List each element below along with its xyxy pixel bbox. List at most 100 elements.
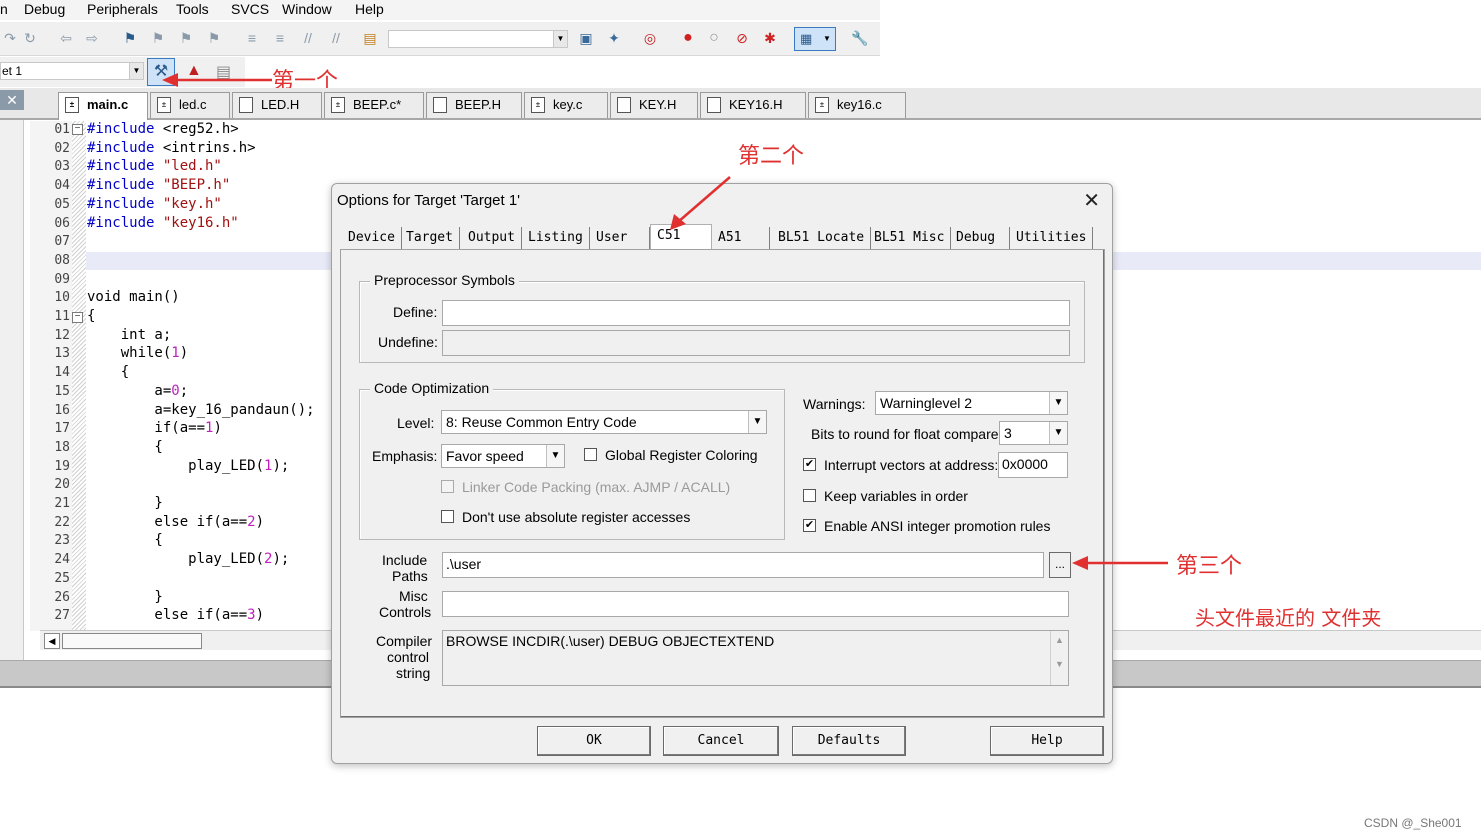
code-line[interactable]: int a; [87, 327, 172, 343]
help-button[interactable]: Help [990, 726, 1104, 756]
redo-icon-2[interactable]: ↻ [20, 28, 40, 48]
code-line[interactable]: #include <intrins.h> [87, 140, 256, 156]
file-tab-led-c[interactable]: ± led.c [150, 92, 230, 118]
code-line[interactable]: #include "led.h" [87, 158, 222, 174]
file-tab-key-h[interactable]: KEY.H [610, 92, 698, 118]
scroll-down-icon[interactable]: ▼ [1051, 659, 1068, 669]
chevron-down-icon[interactable]: ▼ [546, 445, 564, 467]
chevron-down-icon[interactable]: ▼ [1049, 392, 1067, 414]
emphasis-select[interactable]: Favor speed ▼ [441, 444, 565, 468]
tab-bl51-locate[interactable]: BL51 Locate [772, 227, 872, 249]
find-in-files-icon[interactable]: ▣ [576, 28, 596, 48]
code-line[interactable]: } [87, 495, 162, 511]
chevron-down-icon[interactable]: ▼ [129, 63, 143, 79]
comment-icon[interactable]: // [298, 28, 318, 48]
ok-button[interactable]: OK [537, 726, 651, 756]
menu-item-partial[interactable]: n [0, 1, 8, 17]
code-line[interactable]: { [87, 439, 162, 455]
file-tab-key-c[interactable]: ± key.c [524, 92, 608, 118]
menu-item-svcs[interactable]: SVCS [231, 1, 269, 17]
uncomment-icon[interactable]: // [326, 28, 346, 48]
code-line[interactable]: play_LED(1); [87, 458, 289, 474]
breakpoint-all-icon[interactable]: ✱ [760, 28, 780, 48]
target-select[interactable]: et 1 ▼ [0, 62, 144, 80]
code-line[interactable]: { [87, 532, 162, 548]
file-tab-led-h[interactable]: LED.H [232, 92, 322, 118]
bookmark-next-icon[interactable]: ⚑ [176, 28, 196, 48]
code-line[interactable]: a=key_16_pandaun(); [87, 402, 314, 418]
tab-debug[interactable]: Debug [950, 227, 1010, 249]
menu-item-help[interactable]: Help [355, 1, 384, 17]
code-line[interactable]: { [87, 364, 129, 380]
code-line[interactable]: play_LED(2); [87, 551, 289, 567]
chevron-down-icon[interactable]: ▼ [553, 31, 567, 47]
code-line[interactable]: while(1) [87, 345, 188, 361]
menu-item-peripherals[interactable]: Peripherals [87, 1, 158, 17]
scroll-up-icon[interactable]: ▲ [1051, 635, 1068, 645]
code-line[interactable]: void main() [87, 289, 180, 305]
find-icon[interactable]: ✦ [604, 28, 624, 48]
cancel-button[interactable]: Cancel [663, 726, 779, 756]
chevron-down-icon[interactable]: ▼ [1049, 422, 1067, 444]
breakpoint-disable-icon[interactable]: ○ [704, 28, 724, 48]
nav-back-icon[interactable]: ⇦ [56, 28, 76, 48]
close-panel-button[interactable]: ✕ [0, 90, 24, 110]
scrollbar-thumb[interactable] [62, 633, 202, 649]
bookmark-icon[interactable]: ⚑ [120, 28, 140, 48]
undefine-input[interactable] [442, 330, 1070, 356]
fold-toggle-icon[interactable]: − [72, 312, 83, 323]
close-icon[interactable]: ✕ [1083, 188, 1100, 213]
find-combo[interactable]: ▼ [388, 30, 568, 48]
warnings-select[interactable]: Warninglevel 2 ▼ [875, 391, 1068, 415]
code-line[interactable]: } [87, 589, 162, 605]
ansi-promotion-checkbox[interactable]: ✔ [803, 519, 816, 532]
configure-wrench-icon[interactable]: 🔧 [850, 28, 870, 48]
tab-output[interactable]: Output [462, 227, 522, 249]
debug-start-icon[interactable]: ◎ [640, 28, 660, 48]
file-tab-key16-h[interactable]: KEY16.H [700, 92, 806, 118]
interrupt-vectors-checkbox[interactable]: ✔ [803, 458, 816, 471]
bits-round-select[interactable]: 3 ▼ [999, 421, 1068, 445]
tab-listing[interactable]: Listing [522, 227, 590, 249]
bookmark-prev-icon[interactable]: ⚑ [148, 28, 168, 48]
misc-controls-input[interactable] [442, 591, 1069, 617]
no-abs-reg-checkbox[interactable] [441, 510, 454, 523]
interrupt-address-input[interactable]: 0x0000 [998, 452, 1068, 478]
menu-item-tools[interactable]: Tools [176, 1, 209, 17]
file-tab-key16-c[interactable]: ± key16.c [808, 92, 906, 118]
file-tab-beep-h[interactable]: BEEP.H [426, 92, 522, 118]
defaults-button[interactable]: Defaults [792, 726, 906, 756]
tab-user[interactable]: User [590, 227, 650, 249]
file-tab-main-c[interactable]: ± main.c [58, 92, 148, 120]
compiler-string-scrollbar[interactable]: ▲ ▼ [1050, 631, 1068, 685]
breakpoint-icon[interactable]: ● [678, 28, 698, 48]
window-layout-button[interactable]: ▦ ▼ [794, 27, 836, 51]
file-tab-beep-c[interactable]: ± BEEP.c* [324, 92, 424, 118]
browse-include-button[interactable]: ... [1049, 552, 1071, 578]
open-folder-icon[interactable]: ▤ [360, 28, 380, 48]
code-line[interactable]: #include "key.h" [87, 196, 222, 212]
code-line[interactable]: #include "BEEP.h" [87, 177, 230, 193]
level-select[interactable]: 8: Reuse Common Entry Code ▼ [441, 410, 767, 434]
scroll-left-icon[interactable]: ◀ [44, 633, 60, 649]
tab-bl51-misc[interactable]: BL51 Misc [868, 227, 952, 249]
redo-icon[interactable]: ↷ [0, 28, 20, 48]
define-input[interactable] [442, 300, 1070, 326]
unindent-icon[interactable]: ≡ [270, 28, 290, 48]
tab-utilities[interactable]: Utilities [1010, 227, 1094, 249]
keep-vars-checkbox[interactable] [803, 489, 816, 502]
menu-item-window[interactable]: Window [282, 1, 332, 17]
bookmark-clear-icon[interactable]: ⚑ [204, 28, 224, 48]
code-line[interactable]: #include "key16.h" [87, 215, 239, 231]
code-line[interactable]: else if(a==2) [87, 514, 264, 530]
tab-target[interactable]: Target [400, 227, 460, 249]
code-line[interactable]: { [87, 308, 95, 324]
linker-packing-checkbox[interactable] [441, 480, 454, 493]
code-line[interactable]: a=0; [87, 383, 188, 399]
tab-device[interactable]: Device [342, 227, 402, 249]
breakpoint-kill-icon[interactable]: ⊘ [732, 28, 752, 48]
include-paths-input[interactable]: .\user [442, 552, 1044, 578]
fold-toggle-icon[interactable]: − [72, 124, 83, 135]
global-register-checkbox[interactable] [584, 448, 597, 461]
code-line[interactable]: if(a==1) [87, 420, 221, 436]
